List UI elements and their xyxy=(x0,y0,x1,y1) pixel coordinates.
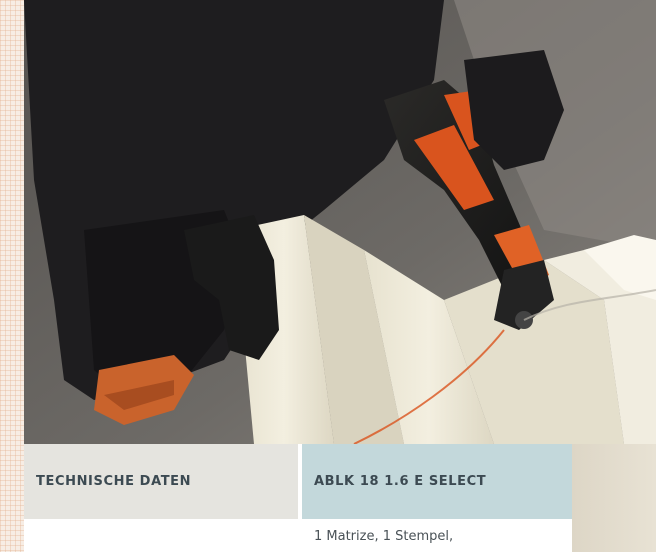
table-cell-value: 1 Matrize, 1 Stempel, xyxy=(300,519,572,552)
header-product-name: ABLK 18 1.6 E SELECT xyxy=(300,444,572,521)
product-photo xyxy=(24,0,656,444)
photo-edge-strip xyxy=(572,444,656,552)
header-technische-daten: TECHNISCHE DATEN xyxy=(24,444,302,521)
technical-data-table-wrap: TECHNISCHE DATEN ABLK 18 1.6 E SELECT 1 … xyxy=(24,444,572,552)
page: TECHNISCHE DATEN ABLK 18 1.6 E SELECT 1 … xyxy=(0,0,656,552)
table-cell-label xyxy=(24,519,302,552)
table-row: 1 Matrize, 1 Stempel, xyxy=(24,519,572,552)
table-header-row: TECHNISCHE DATEN ABLK 18 1.6 E SELECT xyxy=(24,444,572,521)
technical-data-table: TECHNISCHE DATEN ABLK 18 1.6 E SELECT 1 … xyxy=(24,444,572,552)
